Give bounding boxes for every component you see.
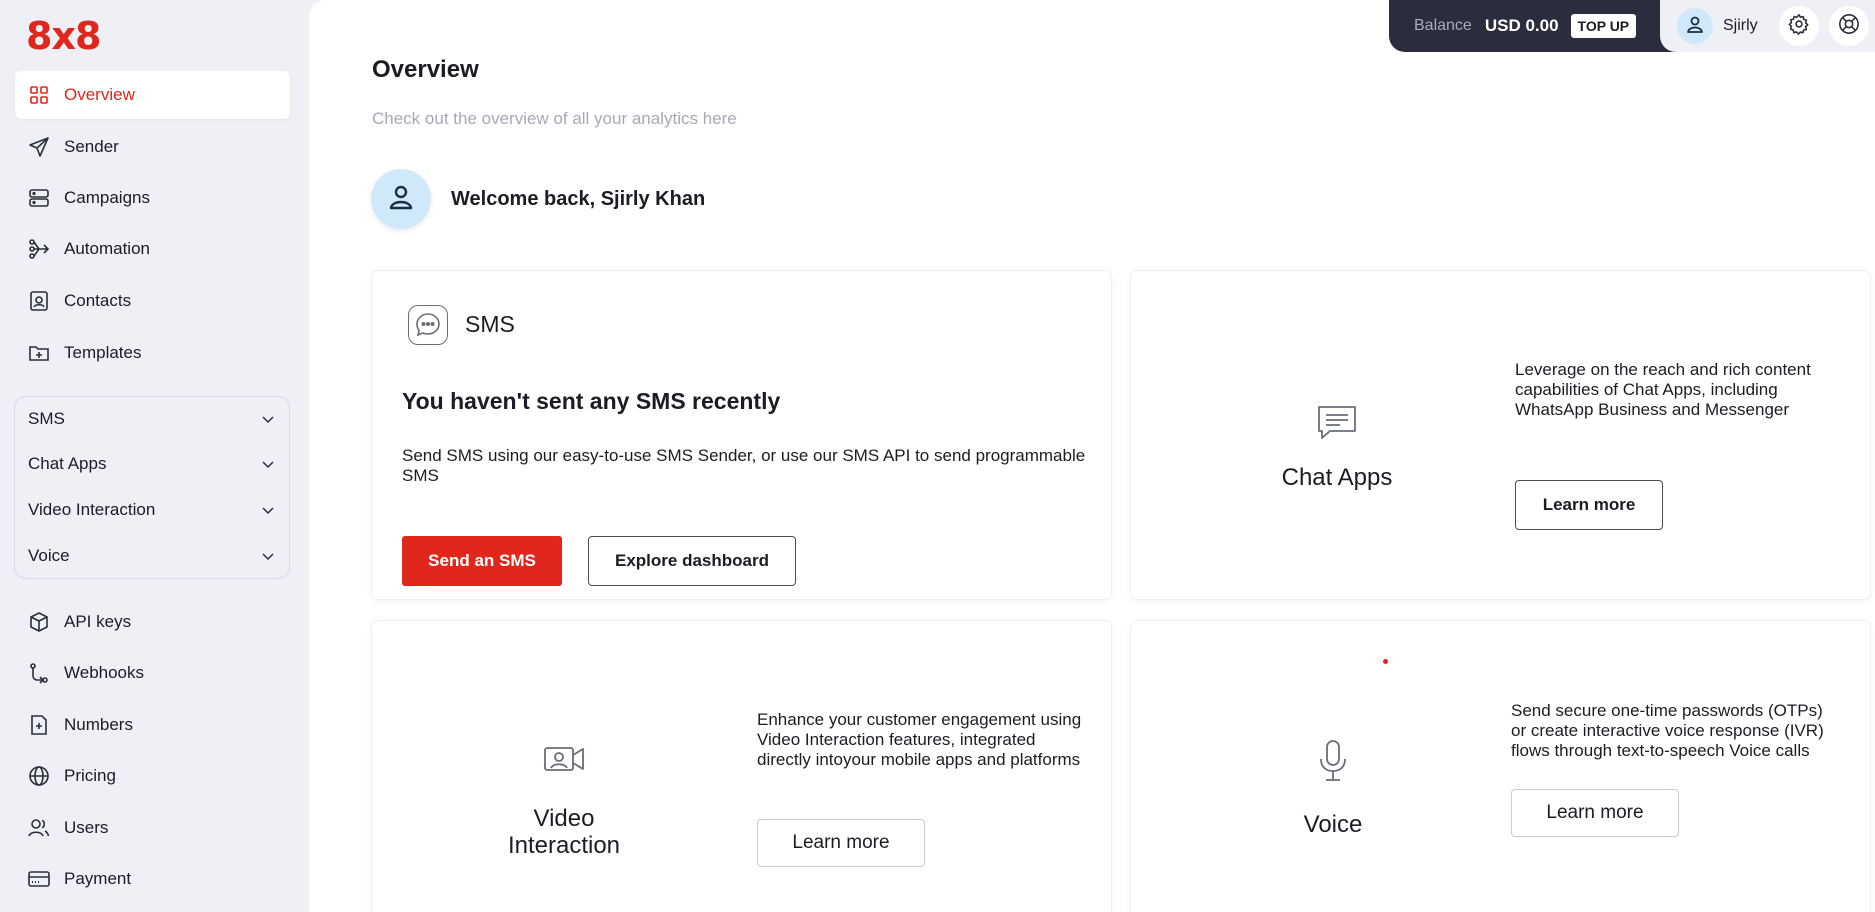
- video-learn-more-button[interactable]: Learn more: [757, 819, 925, 867]
- balance-value: USD 0.00: [1484, 16, 1559, 35]
- help-button[interactable]: [1829, 6, 1869, 46]
- sidebar-item-campaigns[interactable]: Campaigns: [15, 174, 290, 222]
- gear-icon: [1788, 13, 1810, 40]
- sidebar-item-label: Overview: [64, 85, 135, 104]
- sidebar-group-label: Video Interaction: [28, 500, 156, 519]
- avatar: [1677, 8, 1713, 44]
- chevron-down-icon: [260, 411, 276, 427]
- user-menu[interactable]: Sjirly: [1677, 7, 1758, 45]
- welcome-message: Welcome back, Sjirly Khan: [451, 188, 706, 210]
- sidebar-group-label: Voice: [28, 546, 70, 565]
- contacts-icon: [28, 290, 50, 312]
- sidebar-group-sms[interactable]: SMS: [14, 398, 290, 440]
- sidebar-group-label: SMS: [28, 409, 65, 428]
- user-icon: [1685, 14, 1705, 39]
- sidebar-group-chat-apps[interactable]: Chat Apps: [14, 443, 290, 485]
- video-call-icon: [542, 739, 586, 779]
- video-interaction-title: Video Interaction: [462, 805, 666, 859]
- templates-icon: [28, 342, 50, 364]
- sidebar-item-label: Sender: [64, 137, 119, 156]
- chevron-down-icon: [260, 502, 276, 518]
- sidebar-item-templates[interactable]: Templates: [15, 329, 290, 377]
- microphone-icon: [1316, 739, 1350, 783]
- balance-bar: Balance USD 0.00 TOP UP: [1389, 0, 1685, 52]
- sidebar-group-video-interaction[interactable]: Video Interaction: [14, 489, 290, 531]
- video-interaction-card: Video Interaction Enhance your customer …: [372, 621, 1111, 912]
- settings-button[interactable]: [1779, 6, 1819, 46]
- sidebar-item-api-keys[interactable]: API keys: [15, 598, 290, 646]
- sidebar-item-webhooks[interactable]: Webhooks: [15, 649, 290, 697]
- voice-learn-more-button[interactable]: Learn more: [1511, 789, 1679, 837]
- sidebar-item-label: Campaigns: [64, 188, 150, 207]
- sidebar-item-users[interactable]: Users: [15, 804, 290, 852]
- sms-card-description: Send SMS using our easy-to-use SMS Sende…: [402, 446, 1086, 485]
- sidebar-group-label: Chat Apps: [28, 454, 107, 473]
- sidebar-item-pricing[interactable]: Pricing: [15, 752, 290, 800]
- sms-card: SMS You haven't sent any SMS recently Se…: [372, 271, 1111, 599]
- chat-apps-description: Leverage on the reach and rich content c…: [1515, 360, 1811, 419]
- notification-dot: [1383, 659, 1388, 664]
- send-icon: [28, 136, 50, 158]
- voice-card: Voice Send secure one-time passwords (OT…: [1131, 621, 1870, 912]
- sidebar-item-payment[interactable]: Payment: [15, 855, 290, 903]
- video-title-line2: Interaction: [507, 832, 621, 859]
- grid-icon: [28, 84, 50, 106]
- user-name: Sjirly: [1723, 17, 1758, 34]
- sidebar-item-contacts[interactable]: Contacts: [15, 277, 290, 325]
- sidebar-item-label: Payment: [64, 869, 132, 888]
- chat-icon: [1315, 403, 1359, 443]
- globe-icon: [28, 765, 50, 787]
- numbers-icon: [28, 714, 50, 736]
- top-up-button[interactable]: TOP UP: [1570, 14, 1637, 38]
- sidebar-item-label: Webhooks: [64, 663, 145, 682]
- sidebar-item-overview[interactable]: Overview: [15, 71, 290, 119]
- message-bubble-icon: [408, 305, 448, 345]
- sidebar-item-label: API keys: [64, 612, 132, 631]
- chat-apps-title: Chat Apps: [1281, 464, 1393, 491]
- user-icon: [386, 182, 416, 217]
- payment-icon: [28, 868, 50, 890]
- brand-logo[interactable]: 8x8: [26, 14, 101, 58]
- video-title-line1: Video: [533, 805, 595, 832]
- api-keys-icon: [28, 611, 50, 633]
- users-icon: [28, 817, 50, 839]
- sidebar-item-sender[interactable]: Sender: [15, 123, 290, 171]
- chevron-down-icon: [260, 456, 276, 472]
- page-title: Overview: [372, 56, 479, 83]
- sidebar-item-label: Automation: [64, 239, 150, 258]
- explore-dashboard-button[interactable]: Explore dashboard: [588, 536, 796, 586]
- sidebar-item-label: Pricing: [64, 766, 116, 785]
- sms-card-heading: You haven't sent any SMS recently: [402, 388, 781, 414]
- sidebar-item-label: Templates: [64, 343, 142, 362]
- sidebar-group-voice[interactable]: Voice: [14, 535, 290, 577]
- chevron-down-icon: [260, 548, 276, 564]
- automation-icon: [28, 238, 50, 260]
- send-sms-button[interactable]: Send an SMS: [402, 536, 562, 586]
- main-content: Overview Check out the overview of all y…: [309, 0, 1875, 912]
- sms-card-title: SMS: [465, 311, 515, 337]
- chat-apps-learn-more-button[interactable]: Learn more: [1515, 480, 1663, 530]
- webhooks-icon: [28, 662, 50, 684]
- voice-title: Voice: [1303, 811, 1363, 838]
- avatar: [371, 169, 431, 229]
- video-interaction-description: Enhance your customer engagement using V…: [757, 710, 1082, 769]
- campaigns-icon: [28, 187, 50, 209]
- sidebar-item-label: Numbers: [64, 715, 133, 734]
- sidebar-item-label: Contacts: [64, 291, 132, 310]
- sidebar: 8x8 Overview Sender Campaigns Automation…: [0, 0, 308, 912]
- voice-description: Send secure one-time passwords (OTPs) or…: [1511, 701, 1824, 760]
- sidebar-item-automation[interactable]: Automation: [15, 225, 290, 273]
- sidebar-item-numbers[interactable]: Numbers: [15, 701, 290, 749]
- page-subtitle: Check out the overview of all your analy…: [372, 109, 737, 128]
- chat-apps-card: Chat Apps Leverage on the reach and rich…: [1131, 271, 1870, 599]
- sidebar-item-label: Users: [64, 818, 109, 837]
- balance-label: Balance: [1414, 17, 1472, 34]
- lifebuoy-icon: [1838, 13, 1860, 40]
